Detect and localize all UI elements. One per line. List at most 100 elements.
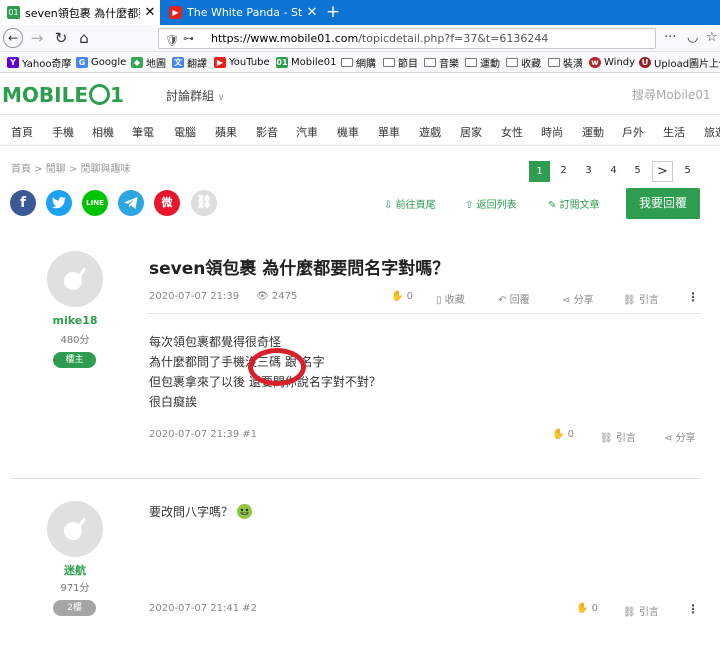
telegram-icon[interactable]: [118, 190, 144, 216]
bookmark-maps[interactable]: ◆ 地圖: [131, 52, 166, 72]
breadcrumb-home[interactable]: 首頁: [11, 164, 31, 175]
reload-button[interactable]: ↻: [51, 28, 71, 48]
share-icon: ⋖: [562, 295, 571, 306]
link-icon[interactable]: ⛓: [191, 190, 217, 216]
twitter-icon[interactable]: [46, 190, 72, 216]
close-tab-icon[interactable]: ✕: [302, 5, 322, 20]
more-options-icon[interactable]: ⋮: [687, 290, 699, 304]
bookmark-yahoo[interactable]: Y Yahoo奇摩: [7, 52, 71, 72]
page-actions-button[interactable]: ···: [664, 28, 676, 48]
facebook-icon[interactable]: f: [10, 190, 36, 216]
breadcrumb-forum[interactable]: 閒聊: [46, 164, 66, 175]
cat-moto[interactable]: 機車: [337, 124, 359, 140]
breadcrumb-sub[interactable]: 閒聊與趣味: [81, 164, 131, 175]
bookmark-mobile01[interactable]: 01 Mobile01: [276, 52, 337, 72]
cat-phone[interactable]: 手機: [52, 124, 74, 140]
bookmark-folder-decor[interactable]: 裝潢: [548, 52, 583, 72]
maps-icon: ◆: [131, 56, 143, 68]
bookmark-star-icon[interactable]: ☆: [706, 28, 718, 48]
bookmark-folder-music[interactable]: 音樂: [424, 52, 459, 72]
page-2[interactable]: 2: [553, 161, 574, 182]
avatar[interactable]: [47, 501, 103, 557]
username[interactable]: mike18: [35, 314, 115, 327]
page-5[interactable]: 5: [627, 161, 648, 182]
default-avatar-icon: [64, 517, 87, 540]
bookmark-translate[interactable]: 文翻譯: [172, 52, 207, 72]
tab-youtube[interactable]: ▶ The White Panda - Stereo ✕: [162, 0, 322, 25]
cat-game[interactable]: 遊戲: [419, 124, 441, 140]
forum-groups-menu[interactable]: 討論群組 ∨: [166, 87, 224, 104]
folder-icon: [506, 57, 518, 67]
page-1[interactable]: 1: [529, 161, 550, 182]
clap-icon: ✋: [391, 291, 404, 302]
avatar[interactable]: [47, 251, 103, 307]
bookmark-google[interactable]: G Google: [76, 52, 126, 72]
cat-pc[interactable]: 電腦: [174, 124, 196, 140]
footer-like-button[interactable]: ✋ 0: [552, 429, 574, 440]
page-3[interactable]: 3: [578, 161, 599, 182]
quote-icon: ⛓: [623, 607, 636, 618]
cat-laptop[interactable]: 筆電: [132, 124, 154, 140]
cat-sports[interactable]: 運動: [582, 124, 604, 140]
arrow-up-icon: ⇧: [465, 200, 474, 211]
bookmark-upload[interactable]: UUpload圖片上傳: [639, 52, 720, 72]
subscribe-link[interactable]: ✎ 訂閱文章: [548, 196, 600, 211]
cat-fashion[interactable]: 時尚: [541, 124, 563, 140]
back-button[interactable]: ←: [3, 28, 23, 48]
post-line: 要改問八字嗎？: [149, 505, 234, 519]
footer-cite-button[interactable]: ⛓ 引言: [623, 603, 659, 618]
more-options-icon[interactable]: ⋮: [687, 602, 699, 616]
weibo-icon[interactable]: 微: [154, 190, 180, 216]
share-button[interactable]: ⋖ 分享: [562, 291, 594, 306]
logo-zero-icon: [89, 84, 110, 105]
cite-button[interactable]: ⛓ 引言: [623, 291, 659, 306]
footer-cite-button[interactable]: ⛓ 引言: [600, 429, 636, 444]
like-button[interactable]: ✋ 0: [391, 291, 413, 302]
last-page[interactable]: 5: [677, 161, 698, 182]
back-to-list-link[interactable]: ⇧ 返回列表: [465, 196, 517, 211]
lock-icon: ⊶: [183, 32, 194, 45]
cat-home-living[interactable]: 居家: [460, 124, 482, 140]
mobile01-icon: 01: [276, 56, 288, 68]
mobile01-logo[interactable]: MOBILE 1: [2, 83, 124, 107]
home-button[interactable]: ⌂: [74, 28, 94, 48]
bookmark-folder-shows[interactable]: 節目: [383, 52, 418, 72]
bookmark-youtube[interactable]: ▶ YouTube: [214, 52, 270, 72]
site-search-input[interactable]: 搜尋Mobile01: [632, 86, 711, 103]
cat-camera[interactable]: 相機: [92, 124, 114, 140]
reply-post-button[interactable]: ↶ 回覆: [498, 291, 530, 306]
view-count: 👁 2475: [256, 291, 298, 302]
bookmark-folder-sports[interactable]: 運動: [465, 52, 500, 72]
footer-like-button[interactable]: ✋ 0: [576, 603, 598, 614]
goto-end-link[interactable]: ⇩ 前往頁尾: [384, 196, 436, 211]
pocket-icon[interactable]: ◡: [687, 28, 698, 48]
url-bar[interactable]: 🛡 ⊶ https://www.mobile01.com/topicdetail…: [158, 28, 656, 49]
cat-travel[interactable]: 旅遊: [704, 124, 720, 140]
bookmark-folder-favorites[interactable]: 收藏: [506, 52, 541, 72]
cat-apple[interactable]: 蘋果: [215, 124, 237, 140]
cat-bike[interactable]: 單車: [378, 124, 400, 140]
close-tab-icon[interactable]: ✕: [140, 5, 160, 20]
floor-badge: 2樓: [53, 600, 96, 616]
cat-home[interactable]: 首頁: [11, 124, 33, 140]
page-4[interactable]: 4: [603, 161, 624, 182]
username[interactable]: 迷航: [35, 562, 115, 578]
tab-active[interactable]: 01 seven領包裹 為什麼都要問名 ✕: [0, 0, 160, 25]
bookmark-folder-shopping[interactable]: 網購: [341, 52, 376, 72]
cat-outdoor[interactable]: 戶外: [622, 124, 644, 140]
reply-button[interactable]: 我要回覆: [626, 188, 700, 219]
bookmark-windy[interactable]: w Windy: [589, 52, 635, 72]
cat-women[interactable]: 女性: [501, 124, 523, 140]
footer-share-button[interactable]: ⋖ 分享: [664, 429, 696, 444]
post-date: 2020-07-07 21:39: [149, 291, 240, 302]
new-tab-button[interactable]: +: [322, 0, 344, 25]
cat-av[interactable]: 影音: [256, 124, 278, 140]
line-icon[interactable]: LINE: [82, 190, 108, 216]
forward-button[interactable]: →: [27, 28, 47, 48]
next-page-button[interactable]: >: [652, 161, 673, 182]
browser-nav-bar: ← → ↻ ⌂ 🛡 ⊶ https://www.mobile01.com/top…: [0, 25, 720, 52]
save-button[interactable]: ▯ 收藏: [436, 291, 465, 306]
cat-car[interactable]: 汽車: [296, 124, 318, 140]
upload-icon: U: [639, 56, 651, 68]
cat-life[interactable]: 生活: [663, 124, 685, 140]
